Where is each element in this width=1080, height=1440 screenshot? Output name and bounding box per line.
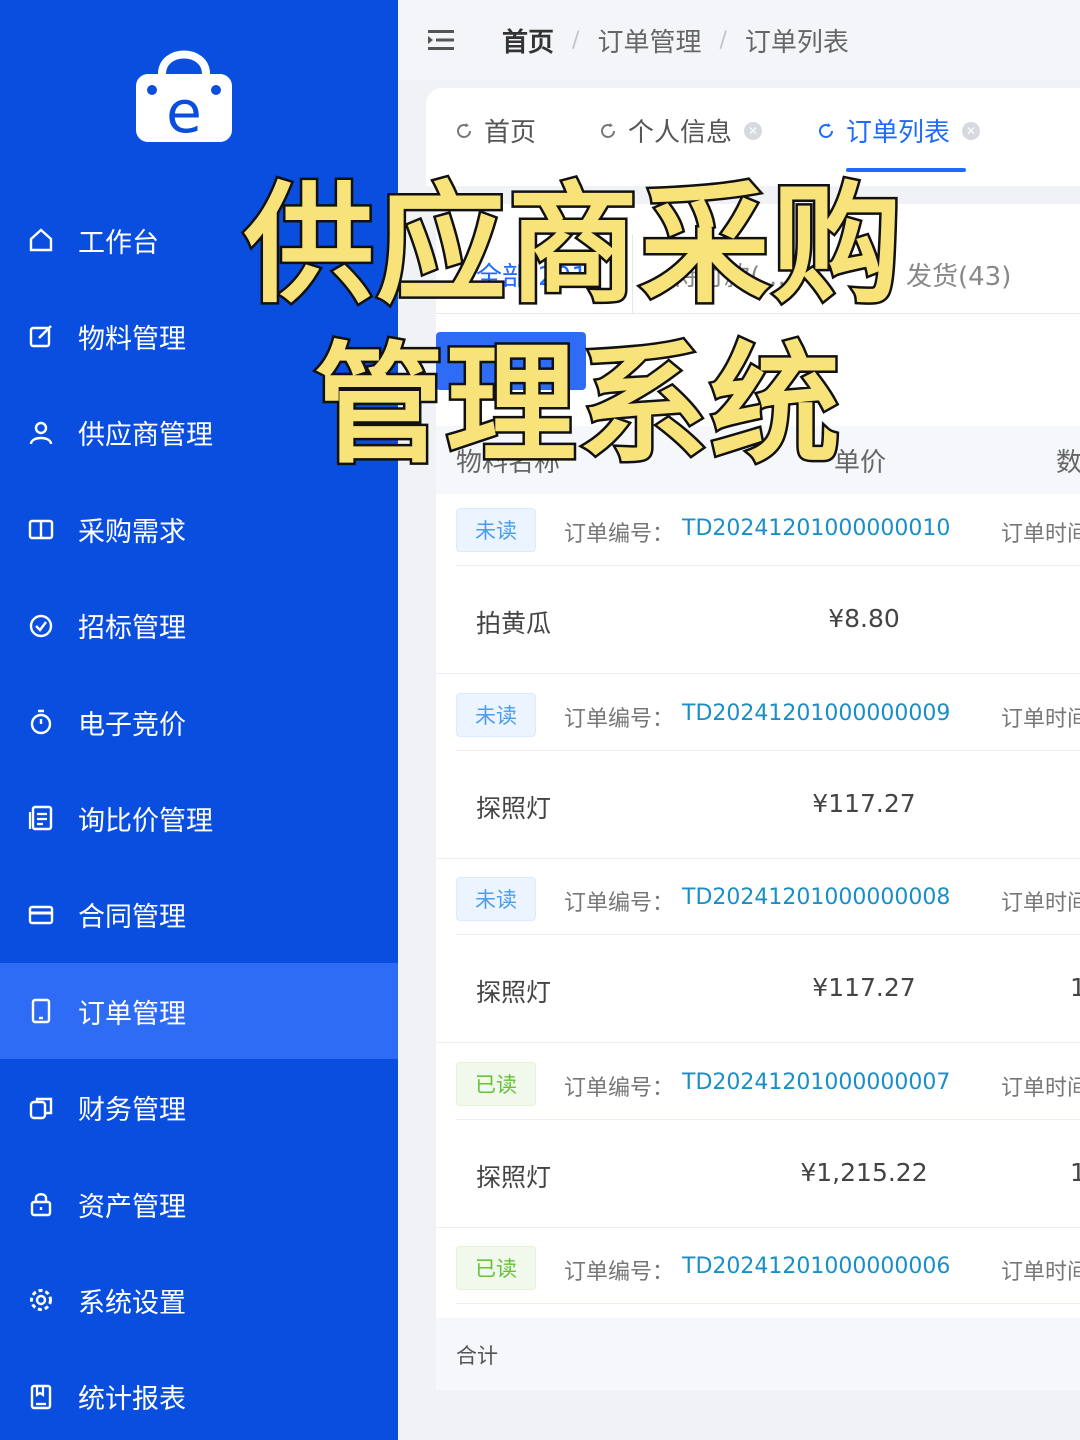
sidebar-item-label: 资产管理	[78, 1191, 186, 1223]
order-number-label: 订单编号：	[564, 522, 675, 547]
tablet-icon	[26, 996, 56, 1026]
sidebar-item-label: 询比价管理	[78, 805, 213, 837]
sidebar-item-label: 财务管理	[78, 1095, 186, 1127]
order-row[interactable]: 已读 订单编号： TD20241201000000006 订单时间	[436, 1232, 1080, 1322]
item-name: 探照灯	[476, 978, 552, 1007]
read-status-badge: 已读	[456, 1246, 536, 1290]
gear-icon	[26, 1285, 56, 1315]
order-header: 已读 订单编号： TD20241201000000006 订单时间	[456, 1232, 1080, 1304]
close-icon[interactable]: ✕	[962, 121, 981, 140]
item-quantity: 1	[1070, 973, 1080, 1002]
item-name: 拍黄瓜	[476, 609, 552, 638]
topbar: 首页 / 订单管理 / 订单列表	[398, 0, 1080, 80]
item-price: ¥117.27	[812, 973, 916, 1002]
menu-fold-icon[interactable]	[428, 28, 456, 52]
sidebar-item-12[interactable]: 统计报表	[0, 1349, 398, 1440]
order-time-label: 订单时间	[1001, 522, 1080, 547]
order-number-label: 订单编号：	[564, 1075, 675, 1101]
overlay-title-line2: 管理系统	[311, 327, 842, 484]
refresh-icon	[457, 122, 471, 138]
sidebar-item-label: 电子竞价	[78, 709, 186, 741]
order-row[interactable]: 未读 订单编号： TD20241201000000009 订单时间探照灯 ¥117.27	[436, 679, 1080, 859]
order-number-label: 订单编号：	[564, 891, 675, 916]
refresh-icon	[819, 122, 833, 138]
order-time-label: 订单时间	[1001, 1260, 1080, 1285]
sidebar-item-3[interactable]: 采购需求	[0, 481, 398, 577]
order-header: 未读 订单编号： TD20241201000000008 订单时间	[456, 863, 1080, 935]
read-status-badge: 未读	[456, 508, 536, 552]
order-time-label: 订单时间	[1001, 706, 1080, 732]
sidebar-item-label: 采购需求	[78, 516, 186, 548]
shopping-bag-logo-icon: e	[136, 50, 232, 146]
item-name: 探照灯	[476, 1162, 552, 1192]
sidebar-item-label: 系统设置	[78, 1287, 186, 1319]
order-number-link[interactable]: TD20241201000000008	[682, 885, 950, 910]
order-number-label: 订单编号：	[564, 1260, 675, 1285]
lock-icon	[26, 1189, 56, 1219]
item-price: ¥117.27	[812, 788, 916, 818]
sidebar-item-8[interactable]: 订单管理	[0, 963, 398, 1060]
sidebar-item-5[interactable]: 电子竞价	[0, 674, 398, 770]
sidebar-item-label: 招标管理	[78, 613, 186, 645]
sidebar-item-6[interactable]: 询比价管理	[0, 770, 398, 866]
order-row[interactable]: 已读 订单编号： TD20241201000000007 订单时间探照灯 ¥1,215.…	[436, 1048, 1080, 1228]
sidebar-item-10[interactable]: 资产管理	[0, 1156, 398, 1252]
order-number-link[interactable]: TD20241201000000010	[682, 516, 950, 541]
card-icon	[26, 900, 56, 930]
item-price: ¥1,215.22	[800, 1157, 928, 1187]
timer-icon	[26, 707, 56, 737]
sidebar-item-label: 合同管理	[78, 902, 186, 934]
report-icon	[26, 1382, 56, 1412]
item-price: ¥8.80	[828, 604, 900, 633]
breadcrumb-page: 订单列表	[744, 27, 849, 58]
check-circle-icon	[26, 611, 56, 641]
item-quantity: 1	[1070, 1157, 1080, 1187]
book-icon	[26, 514, 56, 544]
order-row[interactable]: 未读 订单编号： TD20241201000000010 订单时间拍黄瓜 ¥8.80	[436, 494, 1080, 674]
order-header: 已读 订单编号： TD20241201000000007 订单时间	[456, 1048, 1080, 1120]
breadcrumb-home[interactable]: 首页	[502, 22, 554, 59]
document-icon	[26, 803, 56, 833]
table-footer: 合计	[436, 1318, 1080, 1390]
read-status-badge: 已读	[456, 1061, 536, 1106]
order-header: 未读 订单编号： TD20241201000000009 订单时间	[456, 679, 1080, 751]
order-number-link[interactable]: TD20241201000000007	[682, 1070, 950, 1095]
order-row[interactable]: 未读 订单编号： TD20241201000000008 订单时间探照灯 ¥117.27…	[436, 863, 1080, 1043]
svg-text:e: e	[166, 78, 202, 146]
item-name: 探照灯	[476, 793, 552, 823]
sidebar-item-7[interactable]: 合同管理	[0, 867, 398, 963]
order-time-label: 订单时间	[1001, 891, 1080, 916]
breadcrumb-section[interactable]: 订单管理	[597, 22, 701, 59]
total-label: 合计	[456, 1344, 498, 1368]
sidebar-item-9[interactable]: 财务管理	[0, 1060, 398, 1156]
read-status-badge: 未读	[456, 692, 536, 737]
order-time-label: 订单时间	[1001, 1075, 1080, 1101]
order-header: 未读 订单编号： TD20241201000000010 订单时间	[456, 494, 1080, 566]
sidebar-item-label: 统计报表	[78, 1384, 186, 1416]
read-status-badge: 未读	[456, 877, 536, 921]
order-number-link[interactable]: TD20241201000000006	[682, 1254, 950, 1279]
breadcrumb-separator: /	[572, 27, 580, 53]
sidebar-item-4[interactable]: 招标管理	[0, 578, 398, 674]
copy-icon	[26, 1093, 56, 1123]
order-number-label: 订单编号：	[564, 706, 675, 732]
sidebar-item-label: 订单管理	[78, 998, 186, 1030]
breadcrumb-separator: /	[719, 27, 727, 53]
refresh-icon	[601, 122, 615, 138]
sidebar-item-11[interactable]: 系统设置	[0, 1252, 398, 1348]
order-number-link[interactable]: TD20241201000000009	[682, 701, 950, 726]
close-icon[interactable]: ✕	[744, 121, 763, 140]
